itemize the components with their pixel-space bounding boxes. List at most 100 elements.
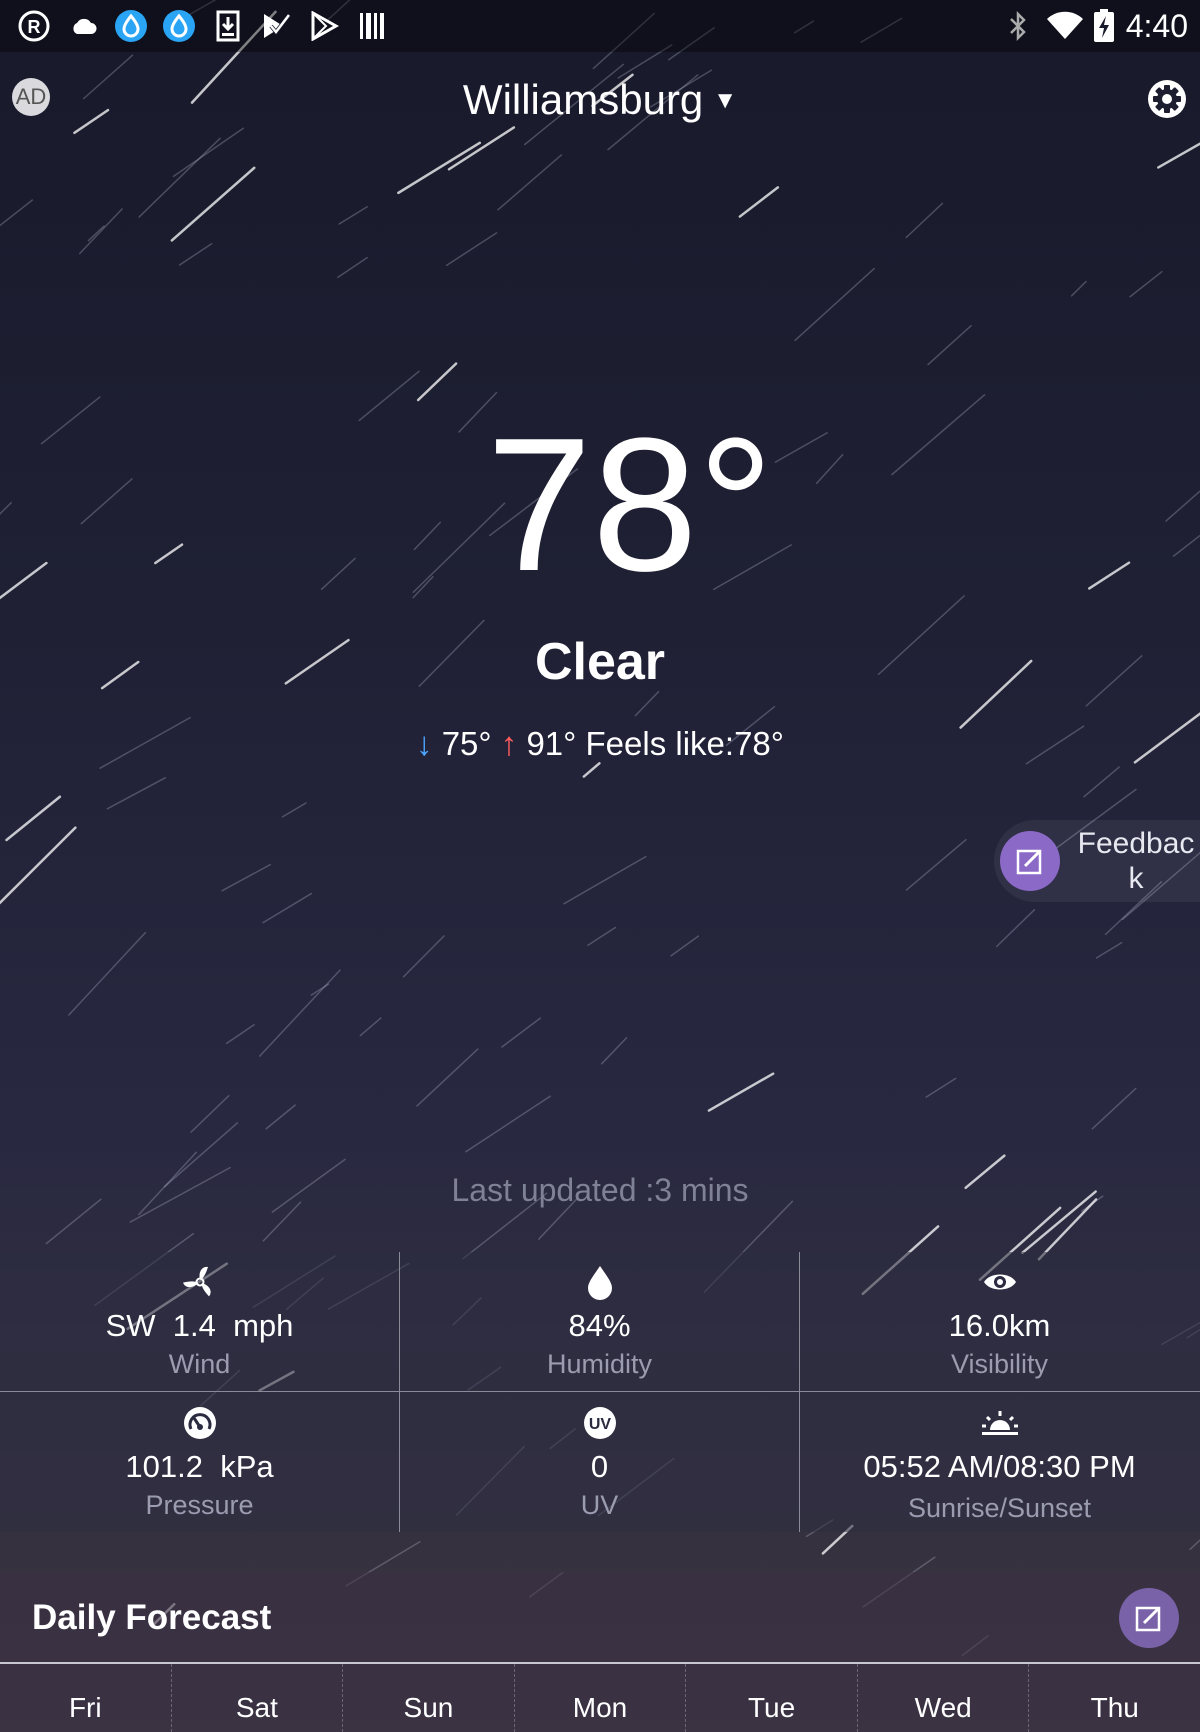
sunrise-sunset-cell: 05:52 AM/08:30 PM Sunrise/Sunset (800, 1393, 1199, 1532)
task-check-icon (258, 8, 294, 44)
humidity-label: Humidity (546, 1349, 653, 1379)
star-trail (465, 1095, 552, 1153)
grid-divider (799, 1252, 800, 1532)
daily-edit-button[interactable] (1119, 1588, 1179, 1648)
barcode-icon (354, 8, 390, 44)
fan-icon (0, 1264, 399, 1300)
weather-condition: Clear (534, 633, 666, 691)
star-trail (337, 256, 368, 279)
star-trail (927, 324, 972, 366)
star-trail (670, 935, 700, 957)
daily-forecast-panel: Daily Forecast Fri Sat Sun Mon Tue Wed T… (0, 1572, 1200, 1732)
star-trail (338, 205, 368, 225)
wifi-icon (1045, 8, 1085, 44)
star-trail (258, 969, 341, 1057)
location-selector[interactable]: Williamsburg ▼ (0, 72, 1200, 129)
registered-icon: R (16, 8, 52, 44)
star-trail (634, 690, 660, 717)
star-trail (310, 983, 330, 996)
gauge-icon (0, 1405, 399, 1441)
star-trail (87, 225, 105, 242)
day-tue[interactable]: Tue (686, 1664, 858, 1732)
edit-icon (1000, 831, 1060, 891)
star-trail (905, 202, 944, 239)
gear-icon (1148, 80, 1186, 118)
wind-value: SW 1.4 mph (105, 1308, 294, 1343)
wind-label: Wind (168, 1349, 231, 1379)
star-trail (794, 267, 875, 342)
star-trail (1083, 766, 1120, 798)
svg-text:R: R (28, 17, 41, 37)
star-trail (445, 232, 498, 267)
temperature-range: ↓ 75° ↑ 91° Feels like:78° (0, 722, 1200, 766)
sunrise-sunset-value: 05:52 AM/08:30 PM (863, 1449, 1136, 1484)
bluetooth-icon (1000, 8, 1036, 44)
daily-forecast-title: Daily Forecast (32, 1598, 272, 1637)
star-trail (1091, 1087, 1137, 1130)
star-trail (1095, 941, 1123, 959)
star-trail (925, 1077, 957, 1098)
star-trail (1129, 270, 1163, 298)
star-trail (281, 802, 307, 818)
current-temperature: 78° (486, 399, 774, 611)
grid-divider (0, 1391, 1200, 1392)
sunrise-icon (800, 1405, 1199, 1441)
star-trail (397, 141, 482, 195)
star-trail (5, 795, 62, 842)
status-time: 4:40 (1125, 8, 1188, 44)
star-trail (996, 909, 1036, 948)
drop-icon (400, 1264, 799, 1300)
star-trail (190, 1094, 230, 1133)
star-trail (600, 1037, 628, 1065)
visibility-cell: 16.0km Visibility (800, 1252, 1199, 1391)
day-thu[interactable]: Thu (1029, 1664, 1200, 1732)
star-trail (563, 855, 647, 905)
download-icon (210, 8, 246, 44)
low-temperature: 75° (441, 725, 492, 762)
star-trail (138, 137, 221, 218)
arrow-up-icon: ↑ (500, 725, 518, 762)
uv-icon: UV (400, 1405, 799, 1441)
water-drop-app-icon (113, 8, 149, 44)
star-trail (1070, 280, 1087, 297)
star-trail (1157, 142, 1200, 169)
high-temperature: 91° (526, 725, 577, 762)
star-trail (416, 1048, 479, 1107)
star-trail (738, 186, 780, 218)
cloud-icon (66, 8, 102, 44)
arrow-down-icon: ↓ (416, 725, 433, 762)
pressure-value: 101.2 kPa (125, 1449, 274, 1484)
humidity-cell: 84% Humidity (400, 1252, 799, 1391)
uv-label: UV (580, 1490, 619, 1520)
star-trail (707, 1072, 775, 1112)
star-trail (221, 863, 271, 892)
day-sun[interactable]: Sun (343, 1664, 515, 1732)
star-trail (265, 1104, 296, 1130)
star-trail (501, 1017, 542, 1048)
star-trail (225, 1023, 255, 1045)
feedback-button[interactable]: Feedback (994, 820, 1200, 902)
dropdown-caret-icon: ▼ (713, 87, 738, 114)
humidity-value: 84% (568, 1308, 631, 1343)
star-trail (497, 154, 563, 211)
settings-button[interactable] (1146, 78, 1188, 120)
pressure-label: Pressure (145, 1490, 254, 1520)
star-trail (359, 1017, 382, 1037)
feedback-label: Feedback (1077, 827, 1195, 895)
day-fri[interactable]: Fri (0, 1664, 172, 1732)
day-sat[interactable]: Sat (172, 1664, 344, 1732)
star-trail (402, 935, 445, 978)
day-tabs: Fri Sat Sun Mon Tue Wed Thu (0, 1664, 1200, 1732)
star-trail (78, 208, 123, 255)
wind-cell: SW 1.4 mph Wind (0, 1252, 399, 1391)
uv-cell: UV 0 UV (400, 1393, 799, 1532)
edit-icon (1135, 1606, 1161, 1632)
play-store-icon (306, 8, 342, 44)
star-trail (106, 777, 166, 810)
day-wed[interactable]: Wed (858, 1664, 1030, 1732)
last-updated: Last updated :3 mins (451, 1172, 749, 1208)
day-mon[interactable]: Mon (515, 1664, 687, 1732)
star-trail (0, 199, 34, 227)
pressure-cell: 101.2 kPa Pressure (0, 1393, 399, 1532)
star-trail (262, 892, 313, 924)
